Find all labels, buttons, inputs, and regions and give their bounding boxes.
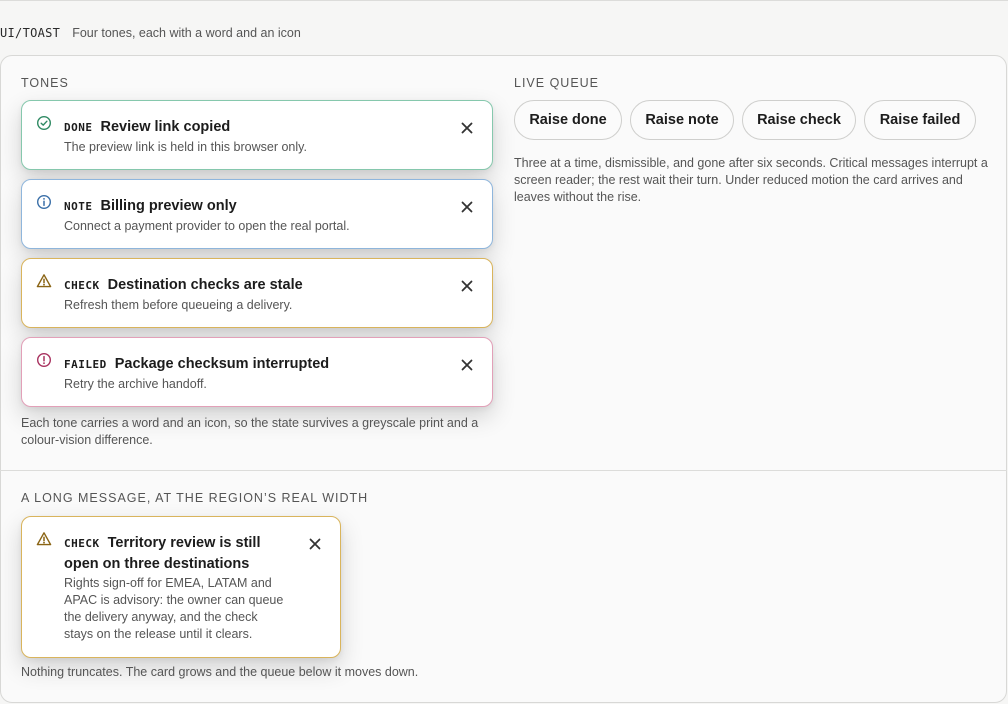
toast-tag: CHECK [64,537,100,550]
component-description: Four tones, each with a word and an icon [72,26,301,40]
toast-note: NOTE Billing preview only Connect a payme… [21,179,493,249]
raise-check-button[interactable]: Raise check [742,100,856,140]
component-code: UI/TOAST [0,26,61,40]
toast-body: The preview link is held in this browser… [64,140,307,154]
toast-title-row: CHECK Destination checks are stale [64,275,303,296]
live-queue-eyebrow: LIVE QUEUE [514,76,600,90]
raise-done-button[interactable]: Raise done [514,100,622,140]
toast-body-line: APAC is advisory: the owner can queue [64,593,284,607]
tones-eyebrow: TONES [21,76,69,90]
toast-done: DONE Review link copied The preview link … [21,100,493,170]
toast-title-row: FAILED Package checksum interrupted [64,354,329,375]
section-divider [0,470,1007,471]
toast-title: Destination checks are stale [107,277,303,293]
long-message-footnote: Nothing truncates. The card grows and th… [21,665,419,679]
close-icon[interactable] [458,356,476,374]
raise-failed-button[interactable]: Raise failed [864,100,976,140]
toast-tag: CHECK [64,279,100,292]
toast-body-line: stays on the release until it clears. [64,627,253,641]
toast-title-row: CHECK Territory review is still open on t… [64,533,294,574]
live-queue-description: Three at a time, dismissible, and gone a… [514,156,988,204]
toast-title-line-1: Territory review is still [107,535,261,551]
toast-body: Retry the archive handoff. [64,377,207,391]
raise-note-button[interactable]: Raise note [630,100,734,140]
toast-body: Connect a payment provider to open the r… [64,219,350,233]
tones-footnote: Each tone carries a word and an icon, so… [21,416,479,447]
warning-triangle-icon [36,274,52,288]
toast-title-row: NOTE Billing preview only [64,196,237,217]
toast-title: Package checksum interrupted [114,356,330,372]
toast-body: Refresh them before queueing a delivery. [64,298,293,312]
check-circle-icon [36,115,52,131]
toast-body: Rights sign-off for EMEA, LATAM and APAC… [64,575,304,643]
toast-tag: DONE [64,121,93,134]
toast-failed: FAILED Package checksum interrupted Retry… [21,337,493,407]
toast-title: Billing preview only [100,198,237,214]
toast-check: CHECK Destination checks are stale Refres… [21,258,493,328]
close-icon[interactable] [458,198,476,216]
toast-title: Review link copied [100,119,231,135]
toast-body-line: the delivery anyway, and the check [64,610,258,624]
toast-tag: FAILED [64,358,107,371]
close-icon[interactable] [458,277,476,295]
toast-long-check: CHECK Territory review is still open on t… [21,516,341,658]
top-rule [0,0,1008,1]
toast-tag: NOTE [64,200,93,213]
long-message-eyebrow: A LONG MESSAGE, AT THE REGION’S REAL WID… [21,491,369,505]
toast-title-line-2: open on three destinations [64,556,250,572]
close-icon[interactable] [306,535,324,553]
page-header: UI/TOAST Four tones, each with a word an… [0,25,301,41]
info-circle-icon [36,194,52,210]
close-icon[interactable] [458,119,476,137]
warning-triangle-icon [36,532,52,546]
toast-body-line: Rights sign-off for EMEA, LATAM and [64,576,272,590]
toast-title-row: DONE Review link copied [64,117,230,138]
alert-circle-icon [36,352,52,368]
